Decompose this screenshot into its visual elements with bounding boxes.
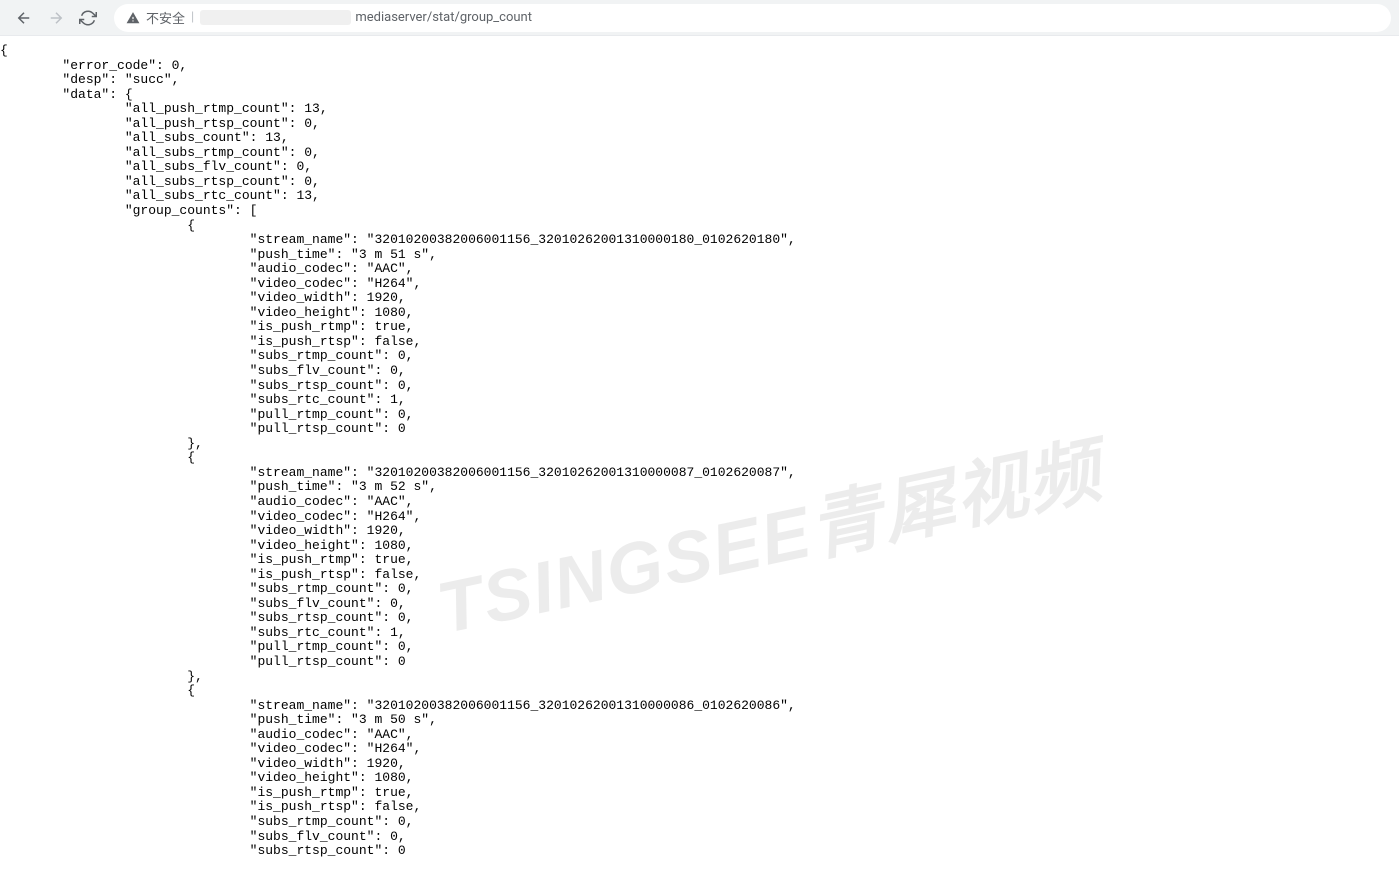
url-path: mediaserver/stat/group_count (355, 10, 532, 25)
forward-button[interactable] (40, 2, 72, 34)
warning-icon (126, 11, 140, 25)
reload-icon (79, 9, 97, 27)
browser-toolbar: 不安全 | xxxxxxxxxxxxxxxxxxxxxxxxxxx medias… (0, 0, 1399, 36)
url-hidden-part: xxxxxxxxxxxxxxxxxxxxxxxxxxx (200, 10, 351, 25)
back-button[interactable] (8, 2, 40, 34)
reload-button[interactable] (72, 2, 104, 34)
arrow-left-icon (15, 9, 33, 27)
url-divider: | (191, 10, 194, 25)
security-label: 不安全 (146, 8, 185, 27)
arrow-right-icon (47, 9, 65, 27)
json-content: { "error_code": 0, "desp": "succ", "data… (0, 36, 1399, 867)
address-bar[interactable]: 不安全 | xxxxxxxxxxxxxxxxxxxxxxxxxxx medias… (114, 4, 1391, 32)
